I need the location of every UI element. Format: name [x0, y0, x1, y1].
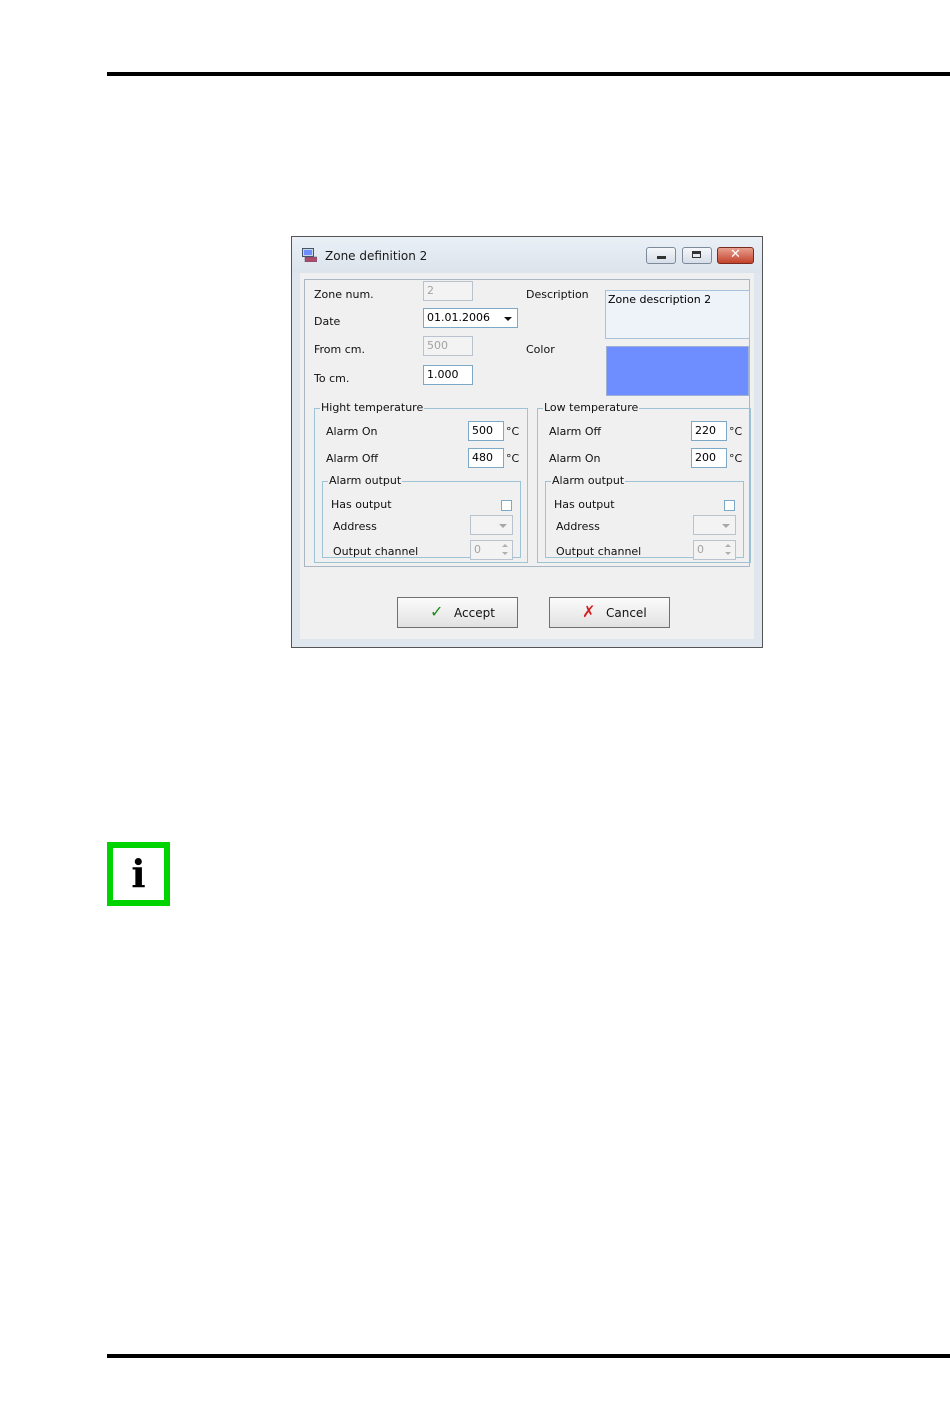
low-has-output-label: Has output — [554, 498, 615, 511]
high-output-channel-spinner[interactable]: 0 — [470, 540, 513, 560]
low-temperature-group: Low temperature Alarm Off 220 °C Alarm O… — [537, 401, 751, 563]
high-alarm-off-label: Alarm Off — [326, 452, 379, 465]
high-has-output-checkbox[interactable] — [501, 500, 512, 511]
cancel-button[interactable]: ✗ Cancel — [549, 597, 670, 628]
low-temperature-title: Low temperature — [543, 401, 640, 414]
spin-down-icon[interactable] — [502, 552, 508, 555]
high-alarm-output-title: Alarm output — [328, 474, 403, 487]
high-alarm-on-unit: °C — [506, 425, 520, 438]
chevron-down-icon[interactable] — [722, 524, 730, 528]
spin-up-icon[interactable] — [725, 544, 731, 547]
zone-num-field[interactable]: 2 — [423, 281, 473, 301]
low-address-label: Address — [556, 520, 600, 533]
spin-up-icon[interactable] — [502, 544, 508, 547]
low-alarm-on-field[interactable]: 200 — [691, 448, 727, 468]
date-label: Date — [314, 315, 341, 328]
info-icon: i — [107, 842, 170, 906]
description-label: Description — [526, 288, 589, 301]
zone-definition-dialog: Zone definition 2 ✕ Zone num. 2 Date 01.… — [291, 236, 763, 648]
low-alarm-output-group: Alarm output Has output Address Output c… — [545, 474, 744, 560]
from-cm-field[interactable]: 500 — [423, 336, 473, 356]
low-alarm-on-label: Alarm On — [549, 452, 601, 465]
description-textarea[interactable]: Zone description 2 — [605, 290, 750, 339]
high-alarm-on-field[interactable]: 500 — [468, 421, 504, 441]
to-cm-field[interactable]: 1.000 — [423, 365, 473, 385]
maximize-button[interactable] — [682, 247, 712, 264]
close-button[interactable]: ✕ — [717, 247, 754, 264]
color-picker[interactable] — [606, 346, 749, 396]
from-cm-label: From cm. — [314, 343, 366, 356]
date-value: 01.01.2006 — [427, 311, 490, 324]
high-temperature-group: Hight temperature Alarm On 500 °C Alarm … — [314, 401, 528, 563]
high-address-select[interactable] — [470, 515, 513, 535]
high-alarm-off-unit: °C — [506, 452, 520, 465]
high-output-channel-value: 0 — [474, 543, 481, 556]
low-output-channel-value: 0 — [697, 543, 704, 556]
cancel-x-icon: ✗ — [582, 602, 596, 621]
title-bar[interactable]: Zone definition 2 ✕ — [292, 237, 762, 273]
low-alarm-off-unit: °C — [729, 425, 743, 438]
high-alarm-on-label: Alarm On — [326, 425, 378, 438]
zone-num-label: Zone num. — [314, 288, 374, 301]
chevron-down-icon[interactable] — [504, 317, 512, 321]
close-icon: ✕ — [730, 247, 741, 262]
low-address-select[interactable] — [693, 515, 736, 535]
date-picker[interactable]: 01.01.2006 — [423, 308, 518, 328]
high-temperature-title: Hight temperature — [320, 401, 425, 414]
low-alarm-off-label: Alarm Off — [549, 425, 602, 438]
color-label: Color — [526, 343, 555, 356]
to-cm-label: To cm. — [314, 372, 350, 385]
high-alarm-output-group: Alarm output Has output Address Output c… — [322, 474, 521, 560]
accept-button[interactable]: ✓ Accept — [397, 597, 518, 628]
minimize-icon — [657, 256, 666, 259]
low-alarm-off-field[interactable]: 220 — [691, 421, 727, 441]
spin-down-icon[interactable] — [725, 552, 731, 555]
low-output-channel-spinner[interactable]: 0 — [693, 540, 736, 560]
accept-label: Accept — [454, 606, 495, 620]
low-has-output-checkbox[interactable] — [724, 500, 735, 511]
maximize-icon — [692, 251, 701, 258]
info-glyph: i — [113, 848, 164, 900]
low-alarm-output-title: Alarm output — [551, 474, 626, 487]
low-output-channel-label: Output channel — [556, 545, 642, 558]
high-alarm-off-field[interactable]: 480 — [468, 448, 504, 468]
dialog-client-area: Zone num. 2 Date 01.01.2006 From cm. 500… — [300, 273, 754, 639]
high-address-label: Address — [333, 520, 377, 533]
low-alarm-on-unit: °C — [729, 452, 743, 465]
dialog-title: Zone definition 2 — [325, 249, 428, 263]
check-icon: ✓ — [430, 602, 444, 621]
bottom-rule — [107, 1354, 950, 1358]
cancel-label: Cancel — [606, 606, 647, 620]
high-output-channel-label: Output channel — [333, 545, 419, 558]
minimize-button[interactable] — [646, 247, 676, 264]
app-icon — [302, 248, 317, 262]
top-rule — [107, 72, 950, 76]
chevron-down-icon[interactable] — [499, 524, 507, 528]
high-has-output-label: Has output — [331, 498, 392, 511]
